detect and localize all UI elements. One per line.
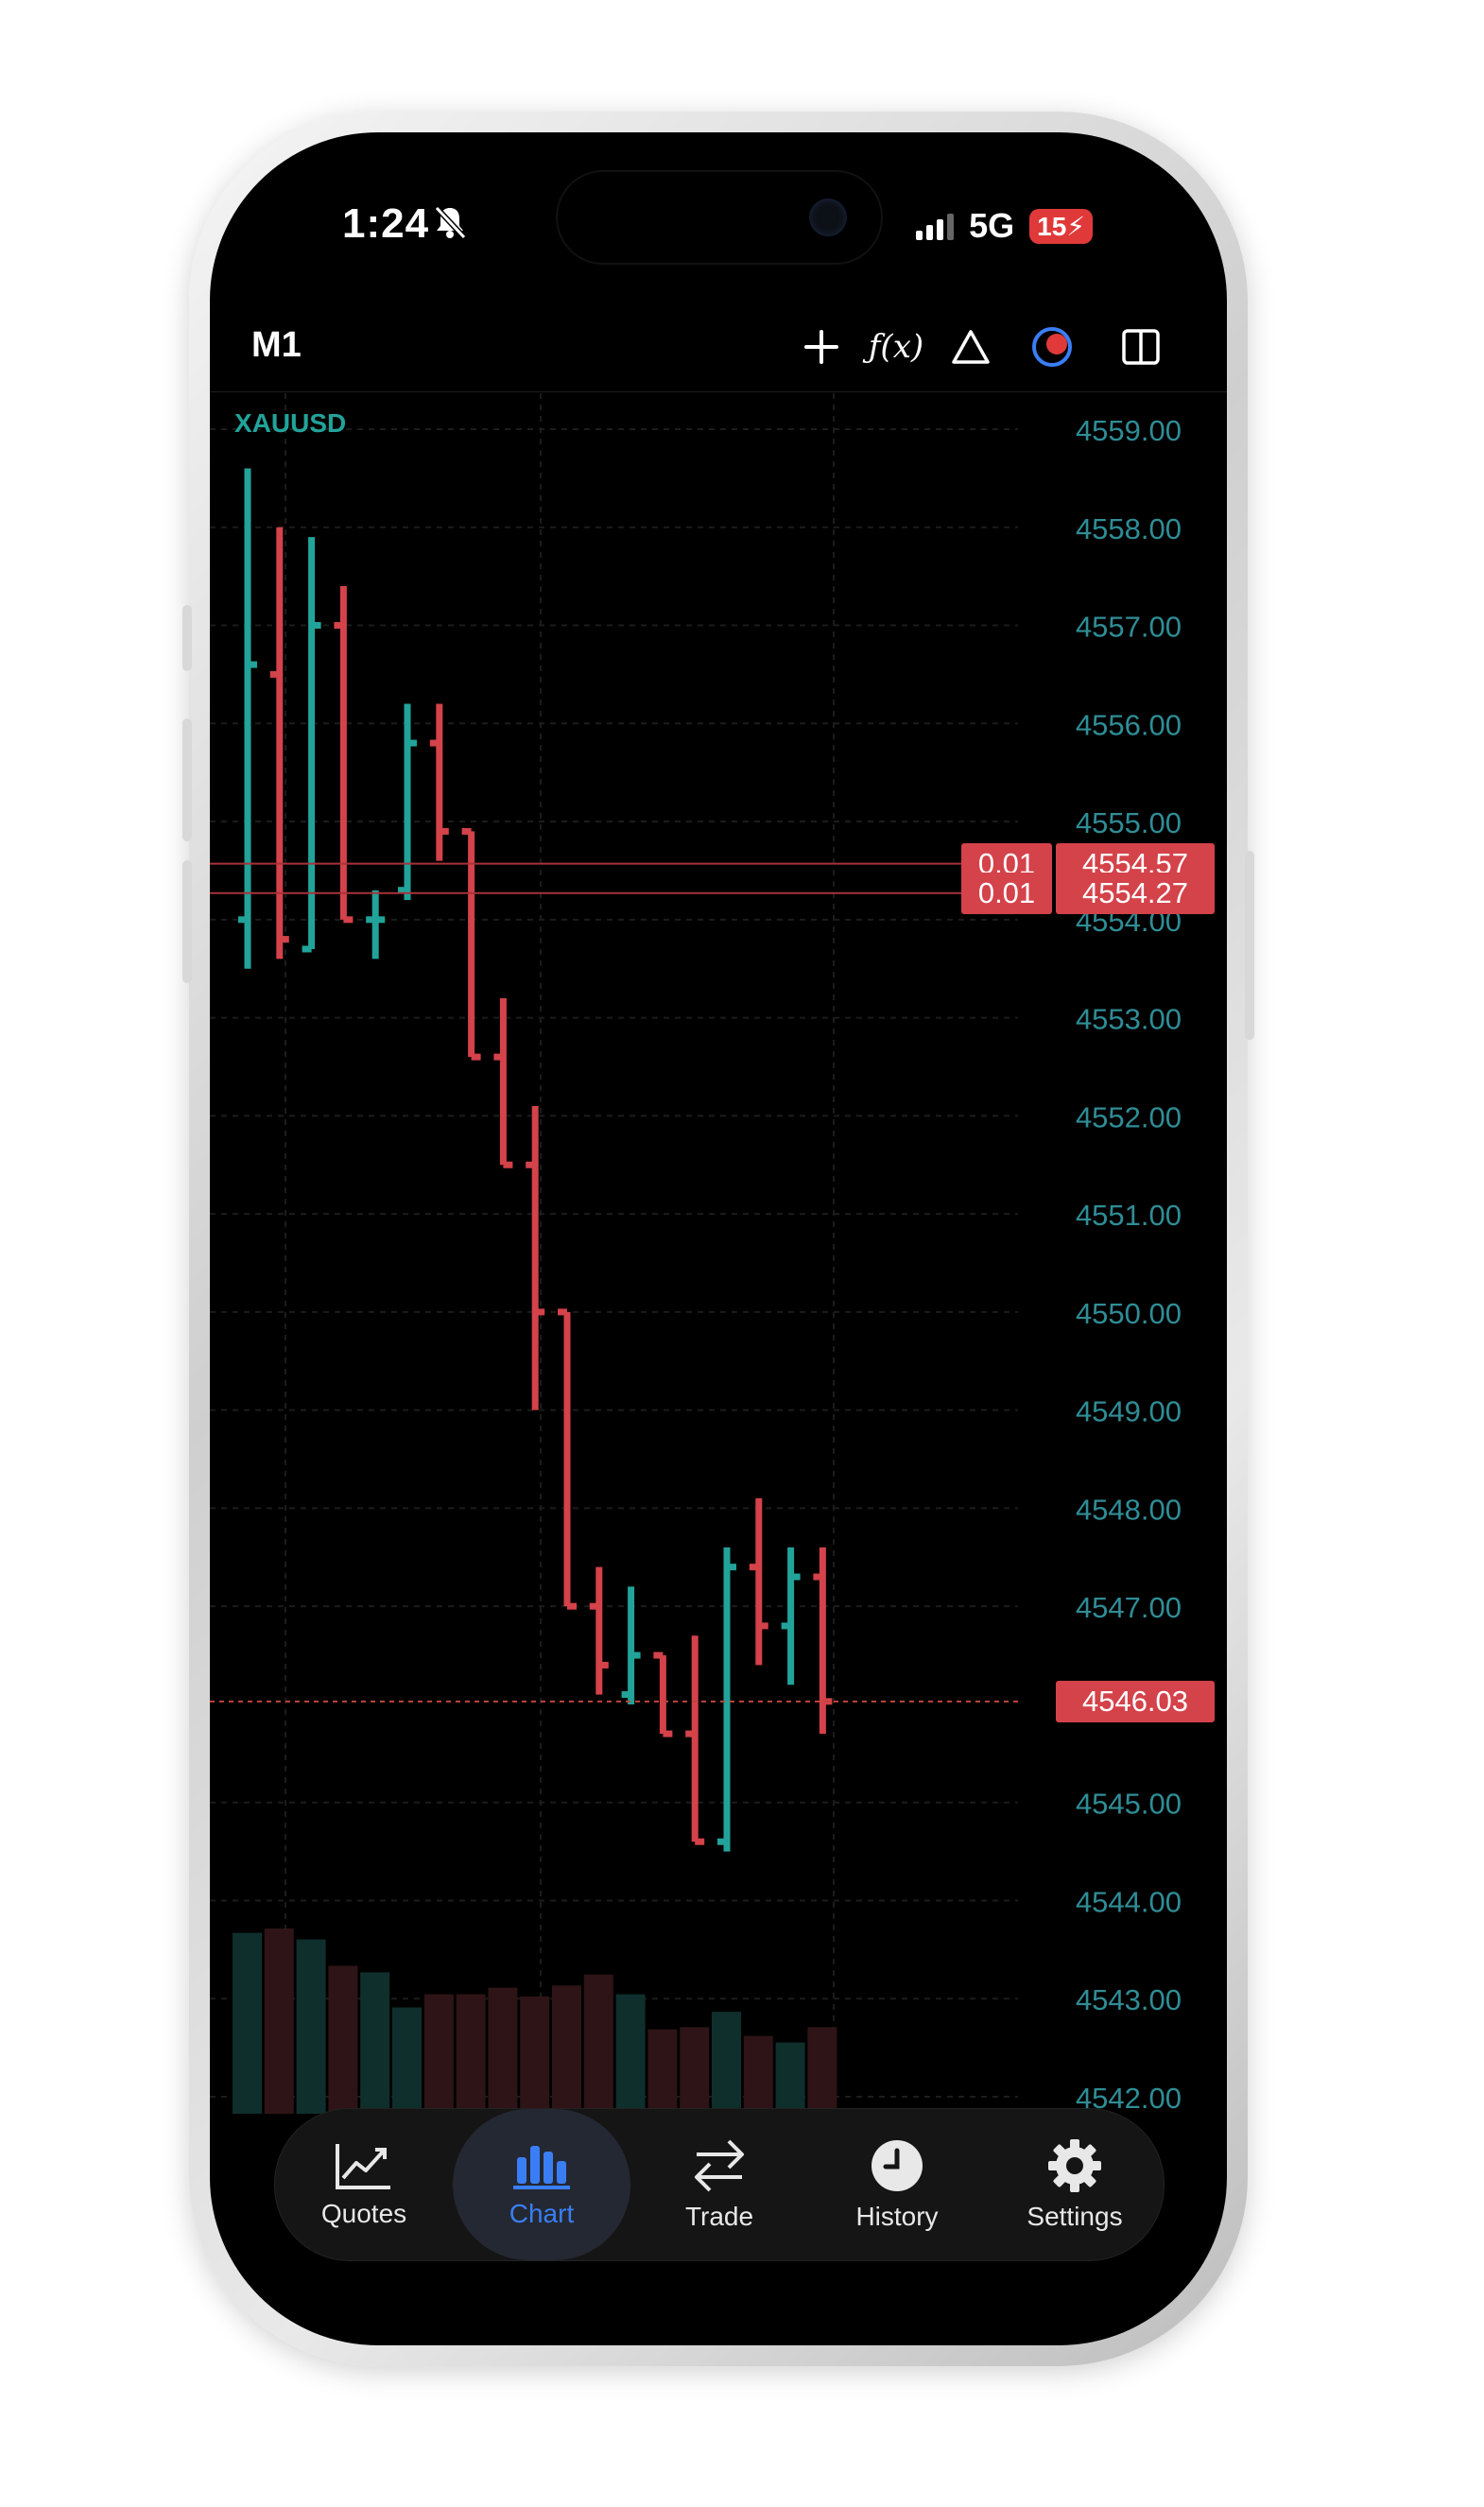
nav-trade[interactable]: Trade (630, 2109, 808, 2260)
price-axis-label: 4556.00 (1076, 708, 1182, 741)
volume-bar (328, 1965, 358, 2114)
volume-bar (392, 2007, 422, 2114)
camera (809, 199, 847, 236)
clock-icon (871, 2140, 923, 2191)
price-axis-label: 4545.00 (1076, 1788, 1182, 1821)
side-button-action (182, 605, 192, 671)
price-axis-label: 4551.00 (1076, 1199, 1182, 1232)
volume-bar (233, 1932, 262, 2114)
side-button-volume-down (182, 860, 192, 983)
volume-bar (615, 1994, 646, 2114)
volume-bar (552, 1985, 581, 2114)
battery-icon: 15⚡ (1029, 208, 1093, 244)
nav-chart[interactable]: Chart (453, 2109, 630, 2260)
position-price-tag[interactable]: 4554.27 (1056, 872, 1215, 914)
price-axis-label: 4548.00 (1076, 1493, 1182, 1526)
volume-bar (680, 2027, 710, 2114)
price-axis-label: 4553.00 (1076, 1003, 1182, 1036)
status-right: 5G 15⚡ (916, 206, 1093, 246)
price-axis-label: 4555.00 (1076, 806, 1182, 839)
chart-line-icon (336, 2144, 390, 2189)
nav-history[interactable]: History (808, 2109, 986, 2260)
volume-bar (647, 2029, 678, 2114)
dynamic-island (556, 170, 883, 265)
signal-icon (916, 212, 955, 240)
price-axis-label: 4544.00 (1076, 1885, 1182, 1918)
nav-trade-label: Trade (684, 2202, 754, 2231)
volume-bar (520, 1996, 550, 2114)
timeframe-button[interactable]: M1 (251, 325, 302, 366)
volume-bar (712, 2012, 741, 2114)
volume-bar (264, 1928, 294, 2114)
bottom-nav: Quotes Chart Trade History Settings (274, 2108, 1165, 2261)
function-icon[interactable]: ƒ(x) (858, 323, 934, 371)
chart-toolbar: M1 ƒ(x) (210, 304, 1227, 392)
volume-bar (775, 2042, 805, 2114)
volume-bar (743, 2035, 773, 2114)
current-price-tag[interactable]: 4546.03 (1056, 1680, 1215, 1722)
chart-area[interactable]: 4559.00 4558.00 4557.00 4556.00 4555.00 4554.… (210, 393, 1227, 2114)
volume-bar (488, 1987, 518, 2114)
triangle-icon[interactable] (947, 323, 994, 371)
nav-quotes-label: Quotes (320, 2199, 407, 2228)
price-axis-label: 4543.00 (1076, 1983, 1182, 2016)
color-theme-icon[interactable] (1028, 323, 1076, 371)
network-type: 5G (969, 206, 1015, 245)
position-volume-tag[interactable]: 0.01 (961, 872, 1052, 914)
price-axis-label: 4550.00 (1076, 1297, 1182, 1330)
volume-bar (360, 1972, 390, 2114)
volume-bar (423, 1994, 454, 2114)
price-chart[interactable]: 4559.00 4558.00 4557.00 4556.00 4555.00 4554.… (210, 393, 1227, 2114)
price-axis-label: 4547.00 (1076, 1591, 1182, 1624)
price-axis-label: 4549.00 (1076, 1395, 1182, 1428)
nav-settings[interactable]: Settings (986, 2109, 1164, 2260)
symbol-label: XAUUSD (234, 408, 347, 438)
nav-quotes[interactable]: Quotes (275, 2109, 453, 2260)
price-axis-label: 4559.00 (1076, 414, 1182, 447)
nav-history-label: History (855, 2202, 939, 2231)
volume-bar (807, 2027, 837, 2114)
nav-chart-label: Chart (509, 2199, 575, 2228)
gear-icon (1048, 2139, 1101, 2192)
phone-screen: 1:24 5G 15⚡ M1 ƒ(x) 4559.00 4558.00 4557.0… (210, 132, 1227, 2345)
volume-bar (296, 1939, 326, 2114)
swap-arrows-icon (695, 2139, 744, 2192)
status-time: 1:24 (342, 200, 430, 247)
price-axis-label: 4552.00 (1076, 1100, 1182, 1133)
price-axis-label: 4558.00 (1076, 512, 1182, 545)
volume-bar (456, 1994, 486, 2114)
nav-settings-label: Settings (1027, 2202, 1123, 2231)
battery-level: 15 (1037, 211, 1067, 241)
volume-bar (583, 1974, 613, 2114)
side-button-power (1245, 851, 1254, 1040)
layout-icon[interactable] (1117, 323, 1165, 371)
plus-icon[interactable] (798, 323, 845, 371)
price-axis-label: 4557.00 (1076, 611, 1182, 644)
bell-muted-icon (434, 205, 467, 240)
side-button-volume-up (182, 718, 192, 841)
bar-chart-icon (513, 2146, 570, 2189)
